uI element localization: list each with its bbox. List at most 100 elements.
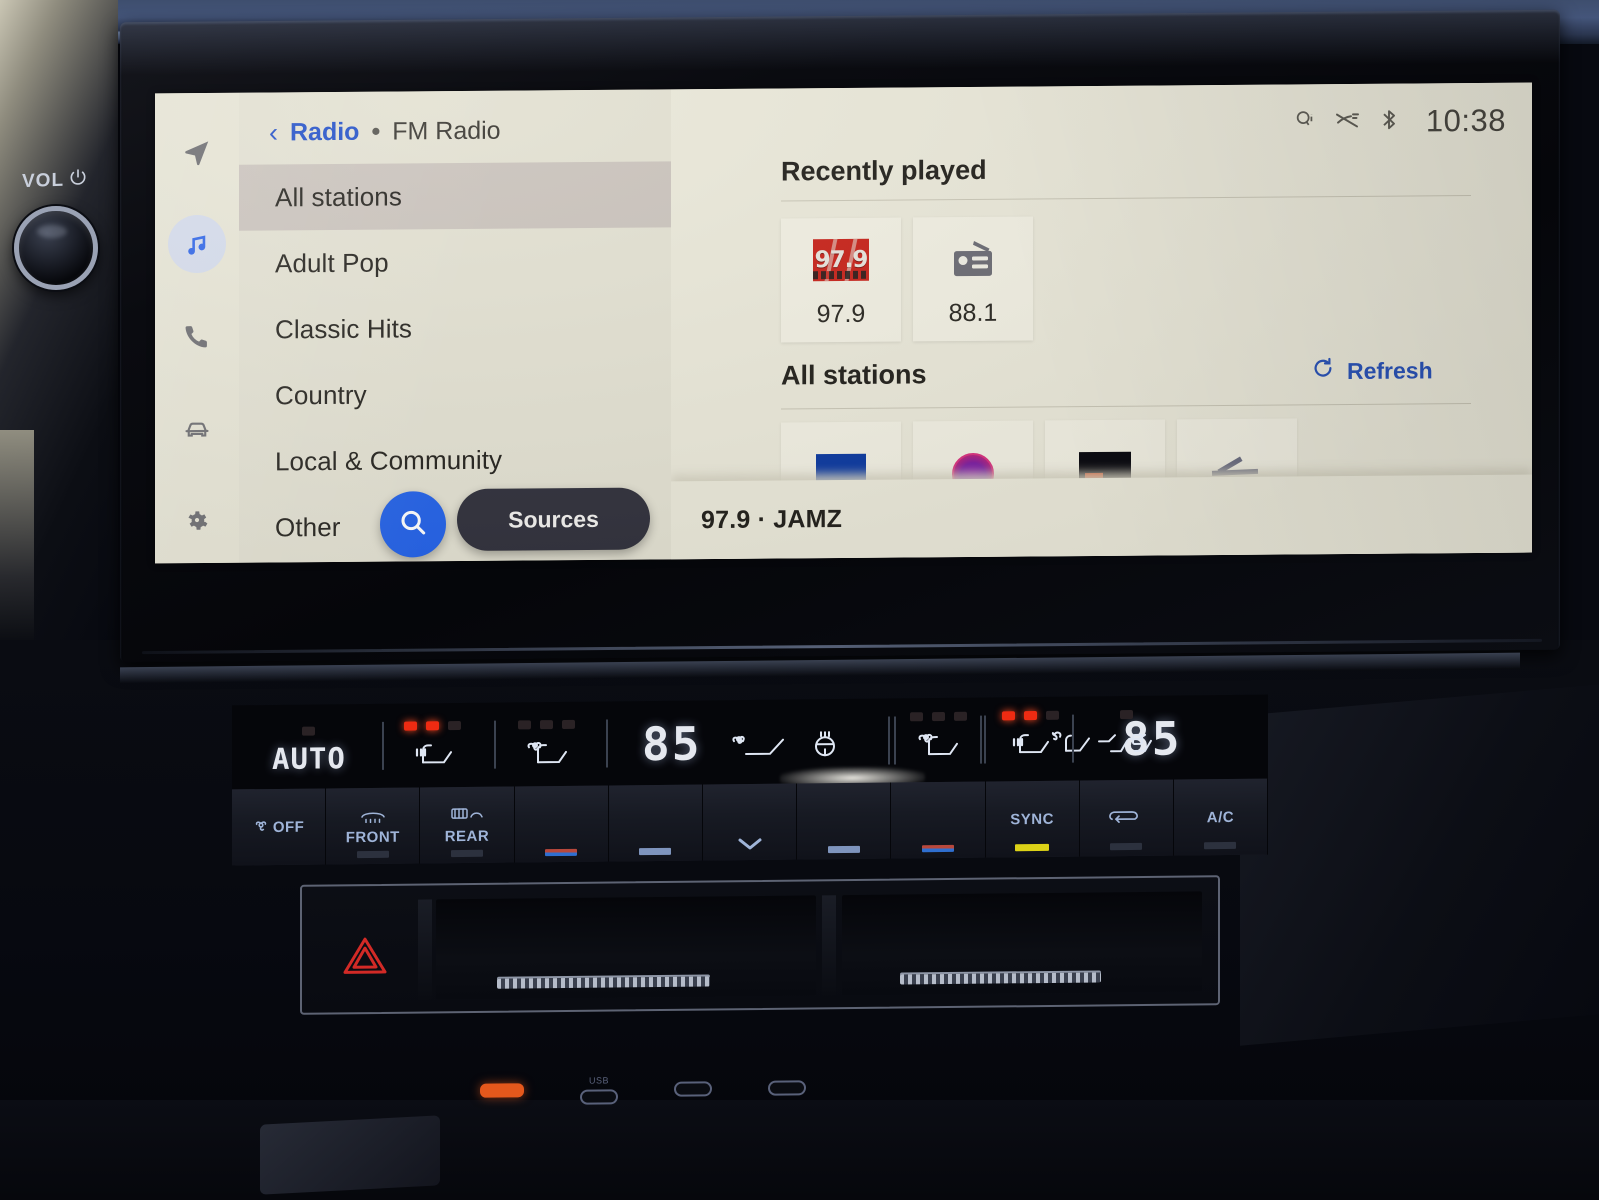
content-pane: 10:38 Recently played 97.9 97.9 88.1 All… [671, 82, 1532, 560]
ventilated-seat-icon[interactable] [526, 737, 568, 772]
usb-label: USB [588, 1074, 609, 1086]
recirculate-icon [1106, 807, 1146, 829]
air-vent-right[interactable] [842, 891, 1202, 996]
sidebar-item-navigation[interactable] [168, 123, 226, 181]
sidebar-item-media[interactable] [168, 214, 226, 274]
passenger-temp-button[interactable] [891, 781, 986, 859]
sync-label: SYNC [1010, 810, 1054, 828]
passenger-heated-seat-leds [1001, 710, 1059, 721]
refresh-button[interactable]: Refresh [1311, 355, 1433, 386]
sources-label: Sources [508, 505, 599, 533]
climate-auto-label: AUTO [272, 741, 346, 777]
volume-knob[interactable] [14, 206, 98, 290]
center-console-scene: VOL ‹ Radio • FM Radio All stations Adul… [0, 0, 1599, 1200]
recently-played-tile-97-9[interactable]: 97.9 97.9 [781, 217, 901, 343]
gear-icon [183, 506, 211, 534]
navigation-icon [182, 137, 212, 167]
breadcrumb: ‹ Radio • FM Radio [269, 117, 501, 148]
air-vent-left[interactable] [436, 895, 816, 1000]
category-label: Country [275, 379, 367, 410]
ac-label: A/C [1206, 808, 1235, 826]
jamz-logo-text: 97.9 [814, 246, 868, 273]
ac-button[interactable]: A/C [1173, 778, 1269, 856]
sidebar-item-phone[interactable] [168, 307, 226, 365]
heated-seat-icon[interactable] [412, 738, 454, 773]
station-logo-gray [1212, 451, 1262, 477]
category-item-country[interactable]: Country [239, 359, 671, 428]
airflow-mode-button[interactable] [702, 783, 798, 861]
category-label: Adult Pop [275, 247, 389, 278]
fan-seat-mode-icon [732, 732, 788, 764]
fan-off-icon [253, 817, 269, 837]
climate-control-unit: AUTO 85 85 OFF FRONT REAR SYNC A/C [232, 694, 1269, 866]
refresh-icon [1311, 356, 1335, 386]
chevron-down-icon [733, 834, 767, 858]
sources-button[interactable]: Sources [457, 487, 650, 552]
station-logo-black [1079, 451, 1131, 481]
category-item-all-stations[interactable]: All stations [239, 161, 671, 231]
usb-c-port-3[interactable] [768, 1079, 806, 1096]
passenger-heated-seat-icon[interactable] [1009, 728, 1051, 763]
recirculate-button[interactable] [1079, 779, 1174, 857]
infotainment-bezel: ‹ Radio • FM Radio All stations Adult Po… [120, 9, 1560, 663]
port-strip: USB [480, 1055, 1000, 1120]
climate-off-button[interactable]: OFF [232, 788, 327, 866]
vent-blade[interactable] [496, 976, 710, 989]
search-icon [397, 506, 429, 543]
recently-played-tile-88-1[interactable]: 88.1 [913, 216, 1033, 342]
climate-off-label: OFF [272, 818, 305, 836]
divider-recently-played [781, 195, 1471, 202]
category-label: Local & Community [275, 444, 503, 476]
driver-heated-seat-leds [404, 721, 461, 731]
breadcrumb-current: FM Radio [392, 116, 501, 146]
usb-c-port-1[interactable] [580, 1088, 618, 1105]
vent-divider-2 [822, 895, 836, 996]
power-icon[interactable] [68, 167, 88, 194]
shifter-area [260, 1115, 440, 1195]
bluetooth-icon [1380, 106, 1398, 137]
now-playing-text: 97.9 · JAMZ [701, 504, 843, 534]
breadcrumb-separator: • [371, 117, 381, 146]
infotainment-screen[interactable]: ‹ Radio • FM Radio All stations Adult Po… [155, 82, 1532, 564]
rear-climate-mode-icon[interactable] [1097, 727, 1155, 763]
phone-icon [183, 322, 211, 350]
fan-speed-down-button[interactable] [797, 782, 892, 860]
passenger-vent-seat-icon[interactable] [917, 729, 959, 764]
breadcrumb-parent[interactable]: Radio [290, 118, 359, 148]
rear-defrost-label: REAR [444, 827, 490, 845]
music-note-icon [182, 228, 213, 259]
now-playing-bar[interactable]: 97.9 · JAMZ [671, 474, 1532, 560]
app-rail [155, 92, 239, 564]
driver-vent-seat-leds [518, 719, 575, 730]
clock: 10:38 [1425, 102, 1506, 139]
sync-button[interactable]: SYNC [985, 780, 1080, 858]
fan-speed-up-button[interactable] [608, 784, 703, 862]
volume-label-group: VOL [22, 167, 88, 195]
jamz-logo: 97.9 [813, 231, 869, 287]
steering-wheel-heat-icon [808, 729, 842, 762]
dashboard-left-lower-trim [0, 430, 34, 640]
search-button[interactable] [380, 491, 446, 558]
tile-label: 97.9 [816, 299, 866, 328]
recently-played-title: Recently played [781, 154, 987, 187]
media-muted-icon [1334, 107, 1362, 136]
usb-c-port-2[interactable] [674, 1080, 712, 1097]
qi-wireless-charging-icon [1294, 107, 1316, 138]
category-panel: ‹ Radio • FM Radio All stations Adult Po… [239, 89, 671, 563]
refresh-label: Refresh [1347, 356, 1433, 384]
sidebar-item-settings[interactable] [168, 491, 226, 549]
climate-button-row: OFF FRONT REAR SYNC A/C [232, 778, 1269, 866]
driver-temp-button[interactable] [514, 785, 609, 863]
vent-blade[interactable] [899, 972, 1102, 985]
category-item-adult-pop[interactable]: Adult Pop [239, 227, 671, 296]
sidebar-item-vehicle[interactable] [168, 399, 226, 457]
driver-temperature: 85 [642, 716, 702, 772]
rear-defrost-button[interactable]: REAR [420, 786, 515, 864]
station-logo-blue [816, 453, 866, 483]
category-item-classic-hits[interactable]: Classic Hits [239, 293, 671, 362]
back-button[interactable]: ‹ [269, 117, 278, 147]
category-item-local-community[interactable]: Local & Community [239, 425, 671, 494]
hazard-triangle-icon[interactable] [342, 934, 388, 984]
vent-panel [300, 875, 1220, 1015]
front-defrost-button[interactable]: FRONT [326, 787, 421, 865]
